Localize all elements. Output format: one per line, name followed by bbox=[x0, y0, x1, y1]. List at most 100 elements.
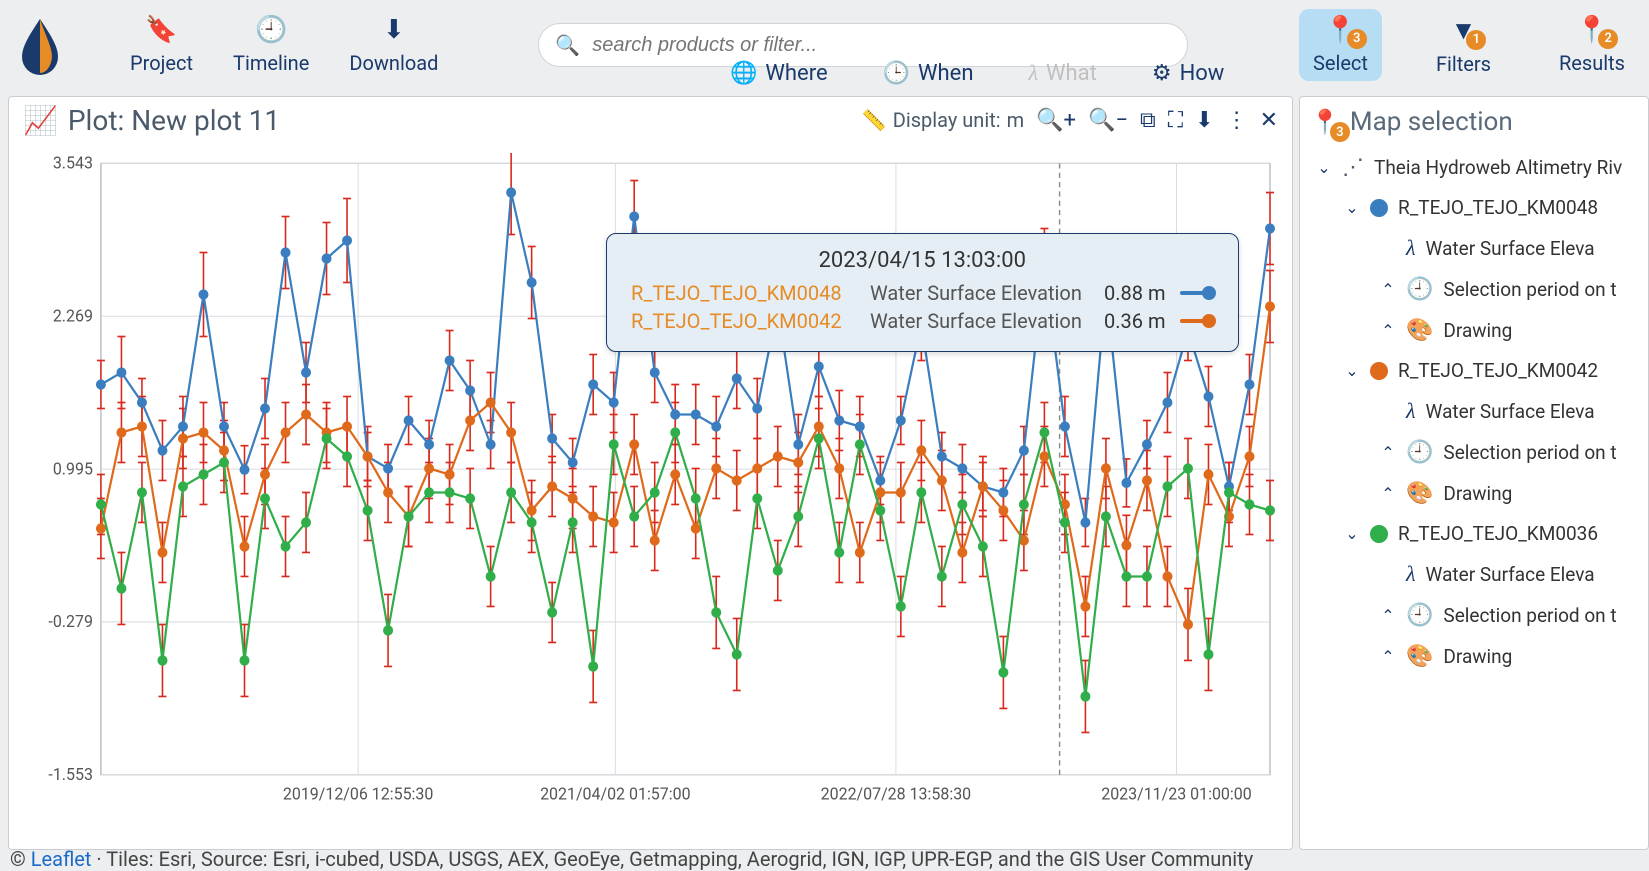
lambda-icon: λ bbox=[1028, 60, 1038, 86]
tab-label: What bbox=[1046, 61, 1097, 86]
tooltip-timestamp: 2023/04/15 13:03:00 bbox=[631, 248, 1214, 273]
zoom-in-button[interactable]: 🔍+ bbox=[1036, 108, 1076, 133]
chevron-up-icon: ⌃ bbox=[1380, 606, 1396, 625]
plot-header: 📈 Plot: New plot 11 📏 Display unit: m 🔍+… bbox=[9, 97, 1292, 143]
badge: 2 bbox=[1598, 29, 1618, 49]
more-button[interactable]: ⋮ bbox=[1226, 108, 1248, 133]
tree-leaf[interactable]: ⌃🎨Drawing bbox=[1310, 310, 1648, 351]
close-button[interactable]: ✕ bbox=[1260, 108, 1278, 133]
lambda-icon: λ bbox=[1406, 398, 1416, 424]
nav-label: Results bbox=[1559, 51, 1625, 75]
app-logo bbox=[10, 15, 70, 75]
svg-text:3.543: 3.543 bbox=[53, 153, 93, 172]
tree-leaf[interactable]: ⌃🎨Drawing bbox=[1310, 636, 1648, 677]
leaf-label: Selection period on t bbox=[1443, 604, 1616, 627]
attribution-text: · Tiles: Esri, Source: Esri, i-cubed, US… bbox=[91, 847, 1253, 871]
tree-item[interactable]: ⌄R_TEJO_TEJO_KM0036 bbox=[1310, 514, 1648, 553]
display-unit: 📏 Display unit: m bbox=[862, 108, 1024, 132]
tree-item[interactable]: ⌄ R_TEJO_TEJO_KM0042 bbox=[1310, 351, 1648, 390]
nav-project[interactable]: 🔖 Project bbox=[130, 15, 193, 75]
download-icon: ⬇ bbox=[383, 15, 405, 45]
tree-leaf[interactable]: λWater Surface Eleva bbox=[1310, 553, 1648, 595]
nav-label: Select bbox=[1313, 51, 1368, 75]
tooltip-value: 0.88 m bbox=[1104, 281, 1166, 305]
tooltip-series: R_TEJO_TEJO_KM0042 bbox=[631, 309, 856, 333]
group-label: Theia Hydroweb Altimetry Riv bbox=[1374, 156, 1622, 179]
tree-item[interactable]: ⌄R_TEJO_TEJO_KM0048 bbox=[1310, 188, 1648, 227]
plot-panel: 📈 Plot: New plot 11 📏 Display unit: m 🔍+… bbox=[8, 96, 1293, 850]
nav-timeline[interactable]: 🕘 Timeline bbox=[233, 15, 309, 75]
tooltip-value: 0.36 m bbox=[1104, 309, 1166, 333]
nav-download[interactable]: ⬇ Download bbox=[349, 15, 438, 75]
nav-label: Timeline bbox=[233, 51, 309, 75]
tree-leaf[interactable]: ⌃ 🕘 Selection period on t bbox=[1310, 595, 1648, 636]
chevron-down-icon: ⌄ bbox=[1344, 198, 1360, 217]
tab-label: Where bbox=[765, 61, 827, 86]
tree-leaf[interactable]: λWater Surface Eleva bbox=[1310, 227, 1648, 269]
leaf-label: Drawing bbox=[1443, 482, 1512, 505]
badge: 3 bbox=[1347, 29, 1367, 49]
search-input[interactable] bbox=[590, 33, 1171, 58]
series-dot-icon bbox=[1370, 525, 1388, 543]
svg-text:2019/12/06 12:55:30: 2019/12/06 12:55:30 bbox=[283, 784, 434, 803]
tab-when[interactable]: 🕒When bbox=[883, 61, 974, 86]
svg-text:2021/04/02 01:57:00: 2021/04/02 01:57:00 bbox=[540, 784, 691, 803]
bookmark-icon: 🔖 bbox=[145, 15, 177, 45]
attribution: © Leaflet · Tiles: Esri, Source: Esri, i… bbox=[10, 847, 1253, 871]
chevron-down-icon: ⌄ bbox=[1344, 524, 1360, 543]
chevron-up-icon: ⌃ bbox=[1380, 647, 1396, 666]
item-label: R_TEJO_TEJO_KM0042 bbox=[1398, 359, 1598, 382]
chevron-up-icon: ⌃ bbox=[1380, 484, 1396, 503]
panel-title-text: Map selection bbox=[1350, 107, 1513, 137]
tree-leaf[interactable]: ⌃ 🕘 Selection period on t bbox=[1310, 432, 1648, 473]
badge: 3 bbox=[1330, 122, 1350, 142]
svg-text:-1.553: -1.553 bbox=[48, 765, 93, 784]
pin-icon: 📍2 bbox=[1576, 15, 1608, 45]
download-button[interactable]: ⬇ bbox=[1195, 108, 1213, 133]
leaf-label: Selection period on t bbox=[1443, 441, 1616, 464]
palette-icon: 🎨 bbox=[1406, 644, 1433, 669]
leaflet-link[interactable]: Leaflet bbox=[31, 847, 92, 871]
right-nav: 📍3 Select ▼1 Filters 📍2 Results bbox=[1299, 9, 1639, 82]
context-tabs: 🌐Where 🕒When λ What ⚙How bbox=[730, 60, 1224, 86]
tooltip-row: R_TEJO_TEJO_KM0048 Water Surface Elevati… bbox=[631, 281, 1214, 305]
nav-select[interactable]: 📍3 Select bbox=[1299, 9, 1382, 81]
tree-leaf[interactable]: λ Water Surface Eleva bbox=[1310, 390, 1648, 432]
nav-results[interactable]: 📍2 Results bbox=[1545, 9, 1639, 81]
funnel-icon: ▼1 bbox=[1451, 15, 1477, 46]
tab-where[interactable]: 🌐Where bbox=[730, 61, 828, 86]
chart-area[interactable]: -1.553-0.2790.9952.2693.5432019/12/06 12… bbox=[21, 153, 1280, 837]
crop-button[interactable]: ⧉ bbox=[1140, 108, 1156, 133]
palette-icon: 🎨 bbox=[1406, 481, 1433, 506]
tree-leaf[interactable]: ⌃ 🎨 Drawing bbox=[1310, 473, 1648, 514]
series-dot-icon bbox=[1370, 362, 1388, 380]
lambda-icon: λ bbox=[1406, 235, 1416, 261]
branch-icon: ⋰ bbox=[1342, 155, 1364, 180]
tab-what[interactable]: λ What bbox=[1028, 60, 1096, 86]
markers-icon: 📍3 bbox=[1324, 15, 1356, 45]
tree-group[interactable]: ⌄⋰Theia Hydroweb Altimetry Riv bbox=[1310, 147, 1648, 188]
clock-icon: 🕘 bbox=[1406, 603, 1433, 628]
tooltip-row: R_TEJO_TEJO_KM0042 Water Surface Elevati… bbox=[631, 309, 1214, 333]
tree-leaf[interactable]: ⌃🕘Selection period on t bbox=[1310, 269, 1648, 310]
chevron-up-icon: ⌃ bbox=[1380, 280, 1396, 299]
map-selection-panel: 📍3 Map selection ⌄ ⋰ Theia Hydroweb Altime… bbox=[1299, 96, 1649, 850]
tooltip: 2023/04/15 13:03:00 R_TEJO_TEJO_KM0048 W… bbox=[606, 233, 1239, 352]
tab-label: When bbox=[918, 61, 973, 86]
scan-button[interactable]: ⛶ bbox=[1168, 108, 1183, 133]
svg-text:-0.279: -0.279 bbox=[48, 612, 93, 631]
tooltip-var: Water Surface Elevation bbox=[870, 309, 1090, 333]
ruler-icon: 📏 bbox=[862, 108, 887, 132]
chevron-down-icon: ⌄ bbox=[1344, 361, 1360, 380]
chart-icon: 📈 bbox=[23, 104, 58, 137]
zoom-out-button[interactable]: 🔍− bbox=[1088, 108, 1128, 133]
tab-how[interactable]: ⚙How bbox=[1152, 61, 1225, 86]
svg-text:2022/07/28 13:58:30: 2022/07/28 13:58:30 bbox=[821, 784, 972, 803]
app-header: 🔖 Project 🕘 Timeline ⬇ Download 🔍 🌐Where… bbox=[0, 0, 1649, 90]
leaf-label: Water Surface Eleva bbox=[1426, 400, 1595, 423]
clock-icon: 🕘 bbox=[1406, 440, 1433, 465]
nav-filters[interactable]: ▼1 Filters bbox=[1422, 9, 1505, 82]
unit-label: Display unit: bbox=[893, 108, 1001, 132]
chevron-up-icon: ⌃ bbox=[1380, 443, 1396, 462]
panel-title: 📍3 Map selection bbox=[1310, 107, 1648, 137]
